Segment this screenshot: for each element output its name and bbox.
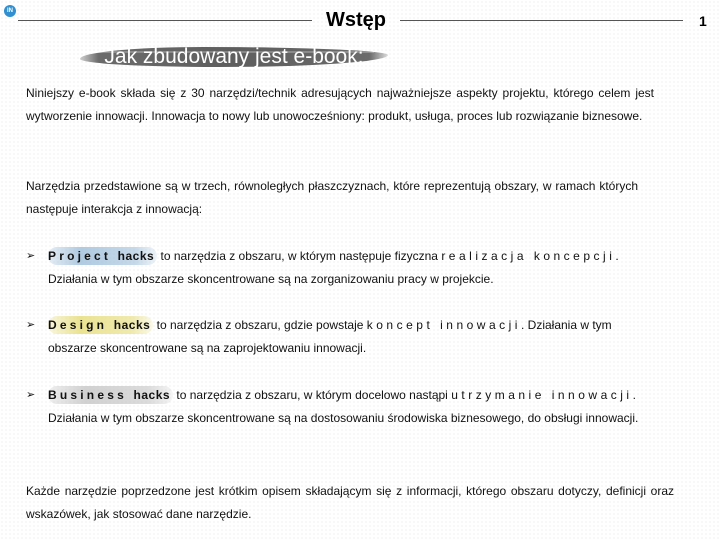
business-hacks-term: Business hacks (48, 386, 174, 404)
bullet-text-before: to narzędzia z obszaru, gdzie powstaje (153, 318, 367, 332)
bullet-design-hacks: Design hacks to narzędzia z obszaru, gdz… (48, 314, 646, 360)
bullet-project-hacks: Project hacks to narzędzia z obszaru, w … (48, 245, 644, 291)
page-number: 1 (699, 13, 707, 29)
closing-paragraph: Każde narzędzie poprzedzone jest krótkim… (26, 484, 674, 521)
section-heading: Jak zbudowany jest e-book: (80, 44, 388, 70)
hack-name: Business (48, 388, 127, 402)
design-hacks-term: Design hacks (48, 316, 154, 334)
page-title: Wstęp (326, 9, 386, 31)
bullet-text-before: to narzędzia z obszaru, w którym docelow… (173, 388, 452, 402)
bullet-arrow-icon: ➢ (26, 250, 36, 262)
bullet-arrow-icon: ➢ (26, 389, 36, 401)
intro-paragraph: Niniejszy e-book składa się z 30 narzędz… (26, 86, 654, 123)
bullet-business-hacks: Business hacks to narzędzia z obszaru, w… (48, 384, 670, 430)
bullet-spaced-term: koncept innowacji (366, 318, 521, 332)
hack-name: Design (48, 318, 108, 332)
hack-suffix: hacks (133, 388, 171, 402)
project-hacks-term: Project hacks (48, 247, 158, 265)
hack-name: Project (48, 249, 112, 263)
logo-icon: IN (4, 5, 16, 17)
tools-paragraph: Narzędzia przedstawione są w trzech, rów… (26, 179, 638, 216)
bullet-text-before: to narzędzia z obszaru, w którym następu… (157, 249, 442, 263)
header-rule-right (400, 20, 683, 21)
section-heading-text: Jak zbudowany jest e-book: (104, 45, 364, 68)
hack-suffix: hacks (113, 318, 151, 332)
bullet-spaced-term: utrzymanie innowacji (451, 388, 633, 402)
hack-suffix: hacks (117, 249, 155, 263)
bullet-spaced-term: realizacja koncepcji (441, 249, 616, 263)
bullet-arrow-icon: ➢ (26, 319, 36, 331)
header-rule-left (18, 20, 312, 21)
